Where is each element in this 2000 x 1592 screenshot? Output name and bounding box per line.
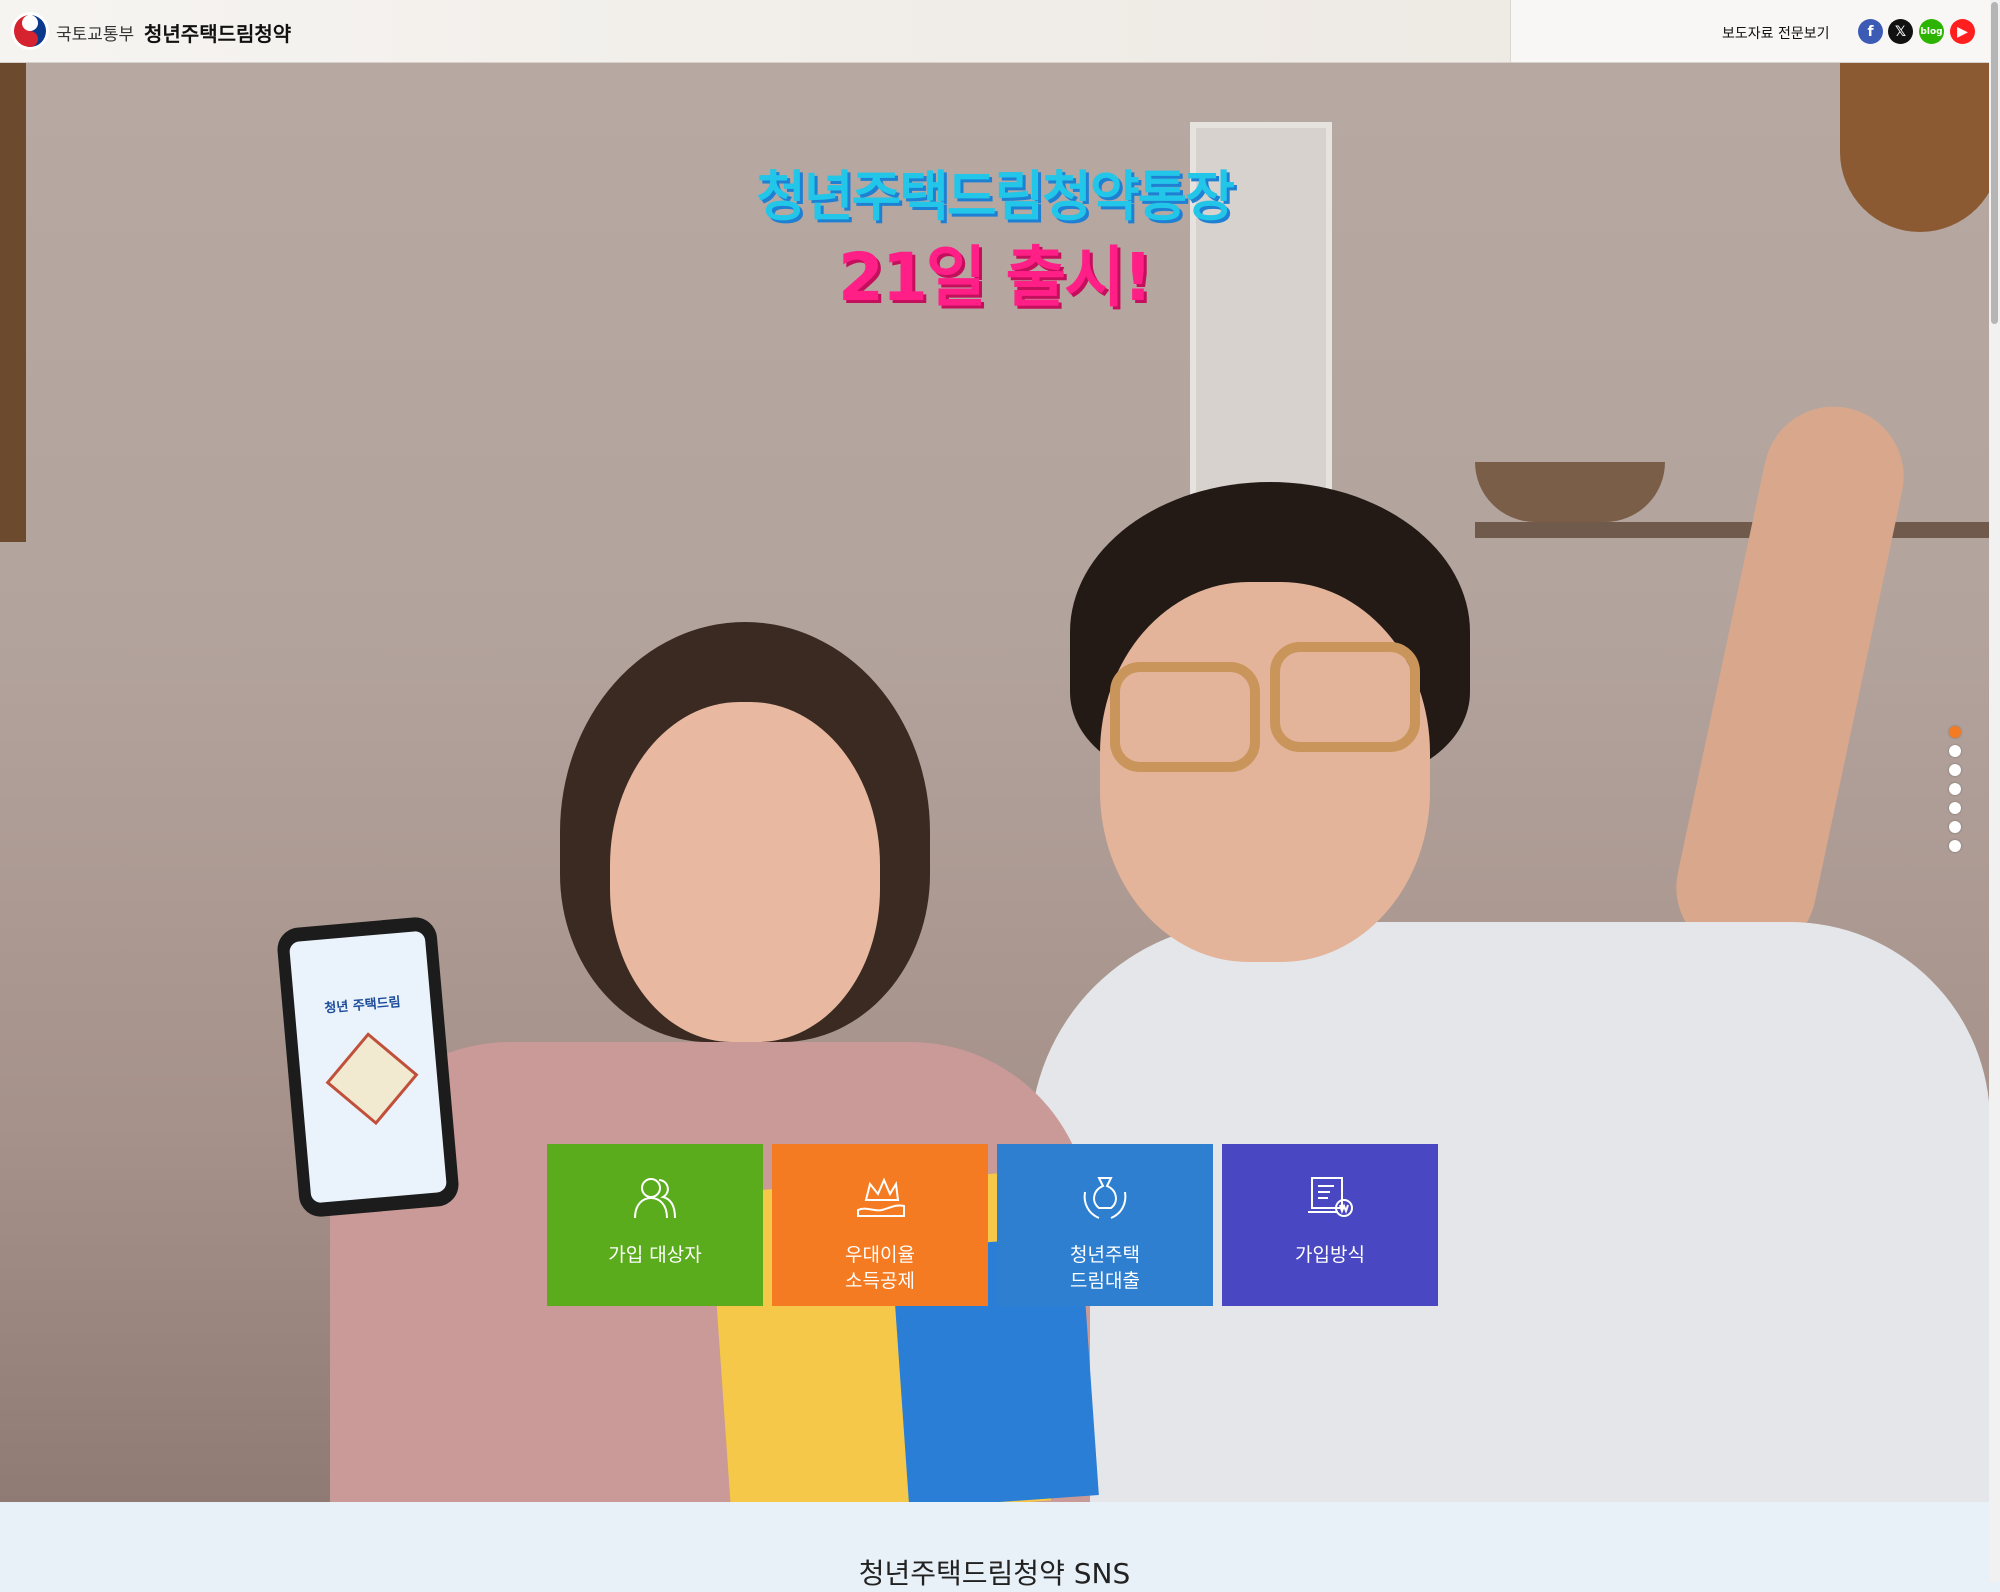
sns-section: 청년주택드림청약 SNS — [0, 1502, 1989, 1590]
ministry-name[interactable]: 국토교통부 — [56, 20, 134, 45]
glasses-icon — [1110, 662, 1260, 772]
slide-dot[interactable] — [1949, 726, 1961, 738]
people-icon — [634, 1178, 676, 1219]
blog-icon[interactable]: blog — [1919, 19, 1944, 44]
tile-eligibility[interactable]: 가입 대상자 — [547, 1144, 763, 1306]
background-shelf — [1475, 522, 1989, 538]
scrollbar-thumb[interactable] — [1991, 2, 1998, 324]
money-bag-hands-icon — [1083, 1177, 1127, 1219]
man-face — [1100, 582, 1430, 962]
background-bowl — [1475, 462, 1665, 522]
section-title: 청년주택드림청약 SNS — [858, 1557, 1131, 1590]
quick-menu: 가입 대상자 우대이율 소득공제 청년주택 드림대출 가입방식 — [547, 1144, 1438, 1306]
site-header: 국토교통부 청년주택드림청약 보도자료 전문보기 f 𝕏 blog ▶ — [0, 0, 1990, 63]
facebook-icon[interactable]: f — [1858, 19, 1883, 44]
page-scrollbar[interactable] — [1989, 0, 2000, 1582]
document-won-icon — [1308, 1177, 1353, 1217]
headline-launch: 21일 출시! — [837, 239, 1153, 316]
smartphone: 청년 주택드림 — [275, 915, 461, 1219]
x-icon[interactable]: 𝕏 — [1888, 19, 1913, 44]
slide-dot[interactable] — [1949, 783, 1961, 795]
tile-label: 청년주택 드림대출 — [1070, 1244, 1140, 1292]
hero-banner: 청년 주택드림 청년주택드림청약통장 21일 출시! 가입 대상자 우대이율 소… — [0, 62, 1989, 1502]
slide-dot[interactable] — [1949, 802, 1961, 814]
press-release-link[interactable]: 보도자료 전문보기 — [1722, 23, 1830, 43]
slide-dot[interactable] — [1949, 821, 1961, 833]
headline-product: 청년주택드림청약통장 — [756, 165, 1235, 228]
government-emblem-icon[interactable] — [10, 11, 50, 51]
slide-dot[interactable] — [1949, 764, 1961, 776]
youtube-icon[interactable]: ▶ — [1950, 19, 1975, 44]
house-icon — [325, 1032, 419, 1126]
phone-screen: 청년 주택드림 — [288, 930, 448, 1204]
slide-pagination — [1949, 726, 1963, 859]
slide-dot[interactable] — [1949, 840, 1961, 852]
slide-dot[interactable] — [1949, 745, 1961, 757]
glasses-icon — [1270, 642, 1420, 752]
man-raised-arm — [1663, 393, 1917, 971]
tile-label: 우대이율 소득공제 — [845, 1244, 915, 1292]
site-title[interactable]: 청년주택드림청약 — [144, 18, 291, 47]
woman-face — [610, 702, 880, 1042]
phone-screen-text: 청년 주택드림 — [323, 994, 402, 1017]
tile-label: 가입 대상자 — [608, 1244, 702, 1266]
crown-hand-icon — [857, 1177, 905, 1217]
tile-signup-method[interactable]: 가입방식 — [1222, 1144, 1438, 1306]
tile-label: 가입방식 — [1295, 1244, 1365, 1266]
tile-dream-loan[interactable]: 청년주택 드림대출 — [997, 1144, 1213, 1306]
tile-interest-deduction[interactable]: 우대이율 소득공제 — [772, 1144, 988, 1306]
